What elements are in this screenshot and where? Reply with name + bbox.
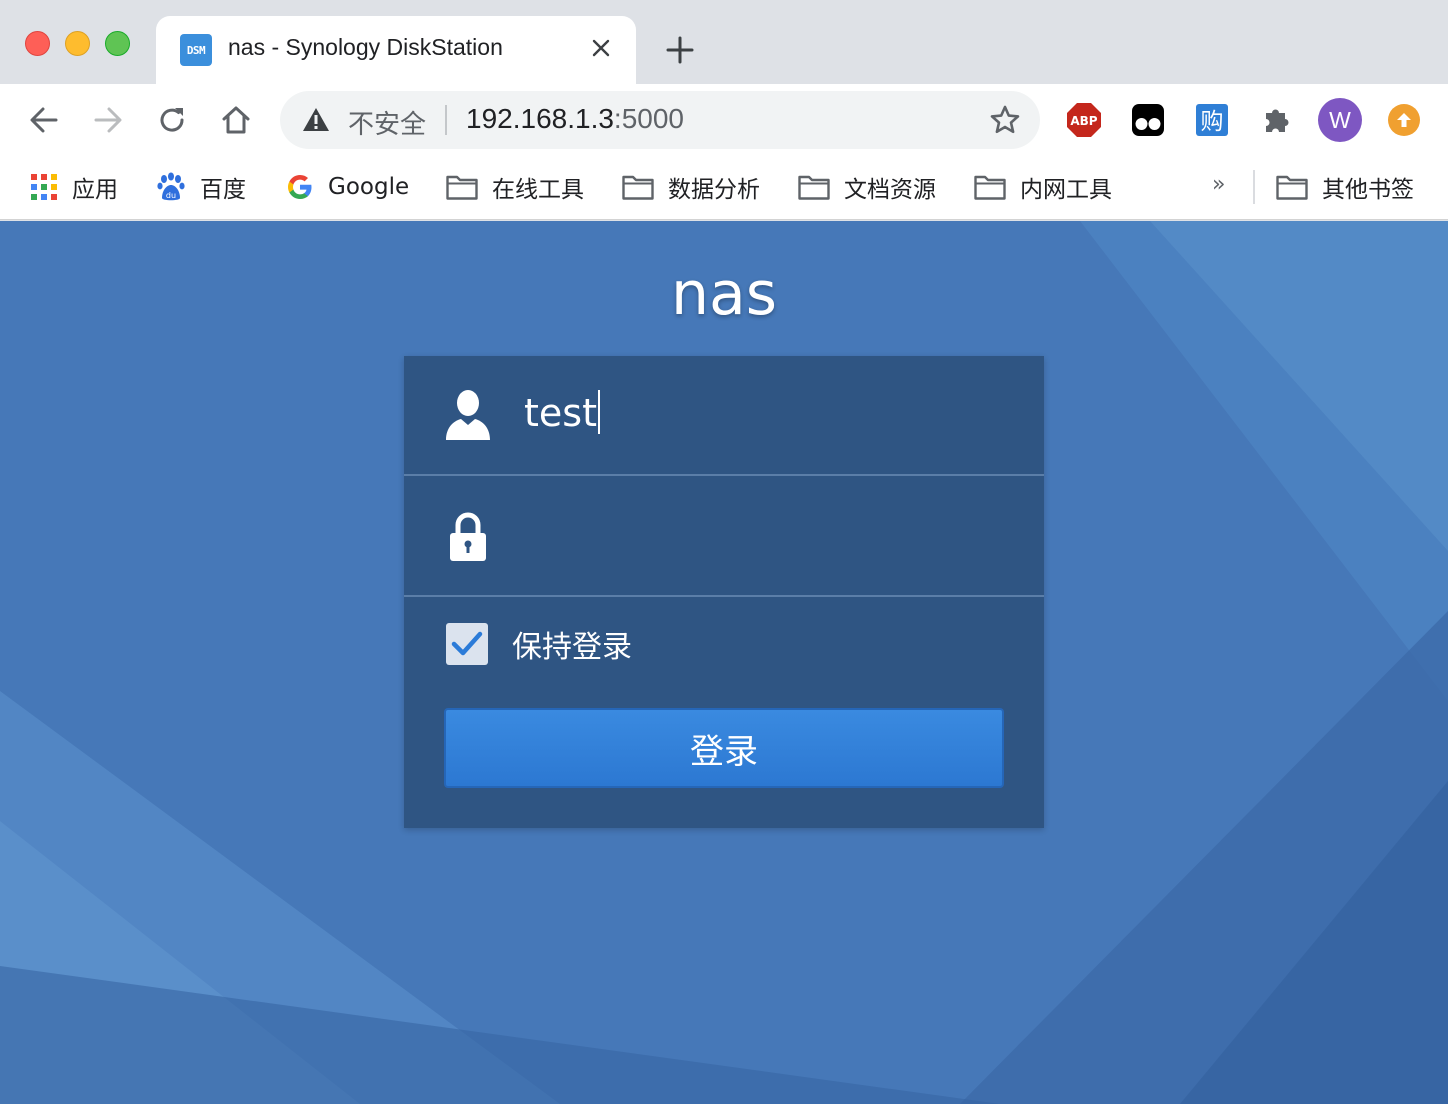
bookmark-label: 内网工具 [1020, 177, 1112, 203]
bookmark-star-icon[interactable] [990, 105, 1020, 139]
username-input[interactable]: test [524, 390, 600, 435]
url-host: 192.168.1.3 [466, 103, 614, 134]
forward-arrow-icon[interactable] [88, 100, 128, 140]
apps-grid-icon [30, 173, 58, 201]
folder-icon [446, 174, 478, 200]
remember-me-label[interactable]: 保持登录 [512, 622, 632, 666]
remember-me-row[interactable]: 保持登录 [446, 622, 632, 666]
svg-text:购: 购 [1201, 109, 1224, 135]
user-icon [444, 388, 492, 442]
remember-me-checkbox[interactable] [446, 623, 488, 665]
url-port: :5000 [613, 103, 684, 134]
baidu-paw-icon: du [156, 172, 186, 202]
warning-triangle-icon[interactable] [302, 107, 330, 137]
tampermonkey-icon[interactable] [1129, 101, 1167, 139]
checkmark-icon [451, 631, 483, 656]
folder-icon [622, 174, 654, 200]
dsm-favicon-icon: DSM [180, 34, 212, 66]
login-button[interactable]: 登录 [444, 708, 1004, 788]
bookmark-label: 其他书签 [1322, 177, 1414, 203]
bookmark-folder-online-tools[interactable]: 在线工具 [446, 168, 584, 206]
window-minimize-button[interactable] [65, 31, 90, 56]
bookmark-label: 百度 [200, 177, 246, 203]
bookmarks-divider [1253, 170, 1255, 204]
lock-icon [444, 509, 492, 563]
extensions-puzzle-icon[interactable] [1257, 101, 1295, 139]
back-arrow-icon[interactable] [24, 100, 64, 140]
username-value: test [524, 391, 597, 435]
bookmark-folder-docs[interactable]: 文档资源 [798, 168, 936, 206]
bookmarks-overflow-chevron[interactable]: » [1212, 172, 1225, 197]
google-g-icon [286, 173, 314, 201]
dsm-hostname-title: nas [670, 259, 778, 329]
bookmark-label: Google [328, 174, 410, 200]
address-bar[interactable]: 不安全 192.168.1.3:5000 [280, 91, 1040, 149]
not-secure-label[interactable]: 不安全 [348, 104, 426, 141]
bookmark-folder-intranet-tools[interactable]: 内网工具 [974, 168, 1112, 206]
folder-icon [798, 174, 830, 200]
active-tab[interactable]: DSM nas - Synology DiskStation [156, 16, 636, 84]
password-field[interactable] [404, 477, 1044, 597]
tab-strip: DSM nas - Synology DiskStation [0, 0, 1448, 84]
bookmark-baidu[interactable]: du 百度 [156, 168, 246, 206]
folder-icon [974, 174, 1006, 200]
bookmarks-bar: 应用 du 百度 Google 在线工具 数据分析 文档资源 内网工具 » 其他… [0, 156, 1448, 220]
browser-toolbar: 不安全 192.168.1.3:5000 ABP 购 W [0, 84, 1448, 156]
window-close-button[interactable] [25, 31, 50, 56]
update-arrow-icon[interactable] [1388, 104, 1420, 136]
new-tab-icon[interactable] [662, 32, 698, 68]
svg-text:du: du [166, 191, 176, 200]
bookmark-label: 应用 [72, 177, 118, 203]
tab-close-icon[interactable] [586, 33, 616, 63]
folder-icon [1276, 174, 1308, 200]
url-text[interactable]: 192.168.1.3:5000 [466, 103, 684, 135]
adblock-plus-icon[interactable]: ABP [1065, 101, 1103, 139]
bookmark-google[interactable]: Google [286, 168, 409, 206]
bookmark-label: 文档资源 [844, 177, 936, 203]
address-separator [445, 105, 447, 135]
reload-icon[interactable] [152, 100, 192, 140]
svg-text:ABP: ABP [1070, 114, 1097, 128]
home-icon[interactable] [216, 100, 256, 140]
bookmark-apps[interactable]: 应用 [30, 168, 118, 206]
profile-avatar[interactable]: W [1318, 98, 1362, 142]
bookmark-label: 数据分析 [668, 177, 760, 203]
window-zoom-button[interactable] [105, 31, 130, 56]
bookmark-folder-data-analysis[interactable]: 数据分析 [622, 168, 760, 206]
text-caret [597, 390, 600, 434]
bookmark-label: 在线工具 [492, 177, 584, 203]
shopping-helper-icon[interactable]: 购 [1193, 101, 1231, 139]
username-field[interactable]: test [404, 356, 1044, 476]
tab-title: nas - Synology DiskStation [228, 34, 503, 60]
bookmark-other-bookmarks[interactable]: 其他书签 [1276, 168, 1414, 206]
dsm-login-page: nas test 保持登录 登录 [0, 221, 1448, 1104]
login-panel: test 保持登录 登录 [404, 356, 1044, 828]
